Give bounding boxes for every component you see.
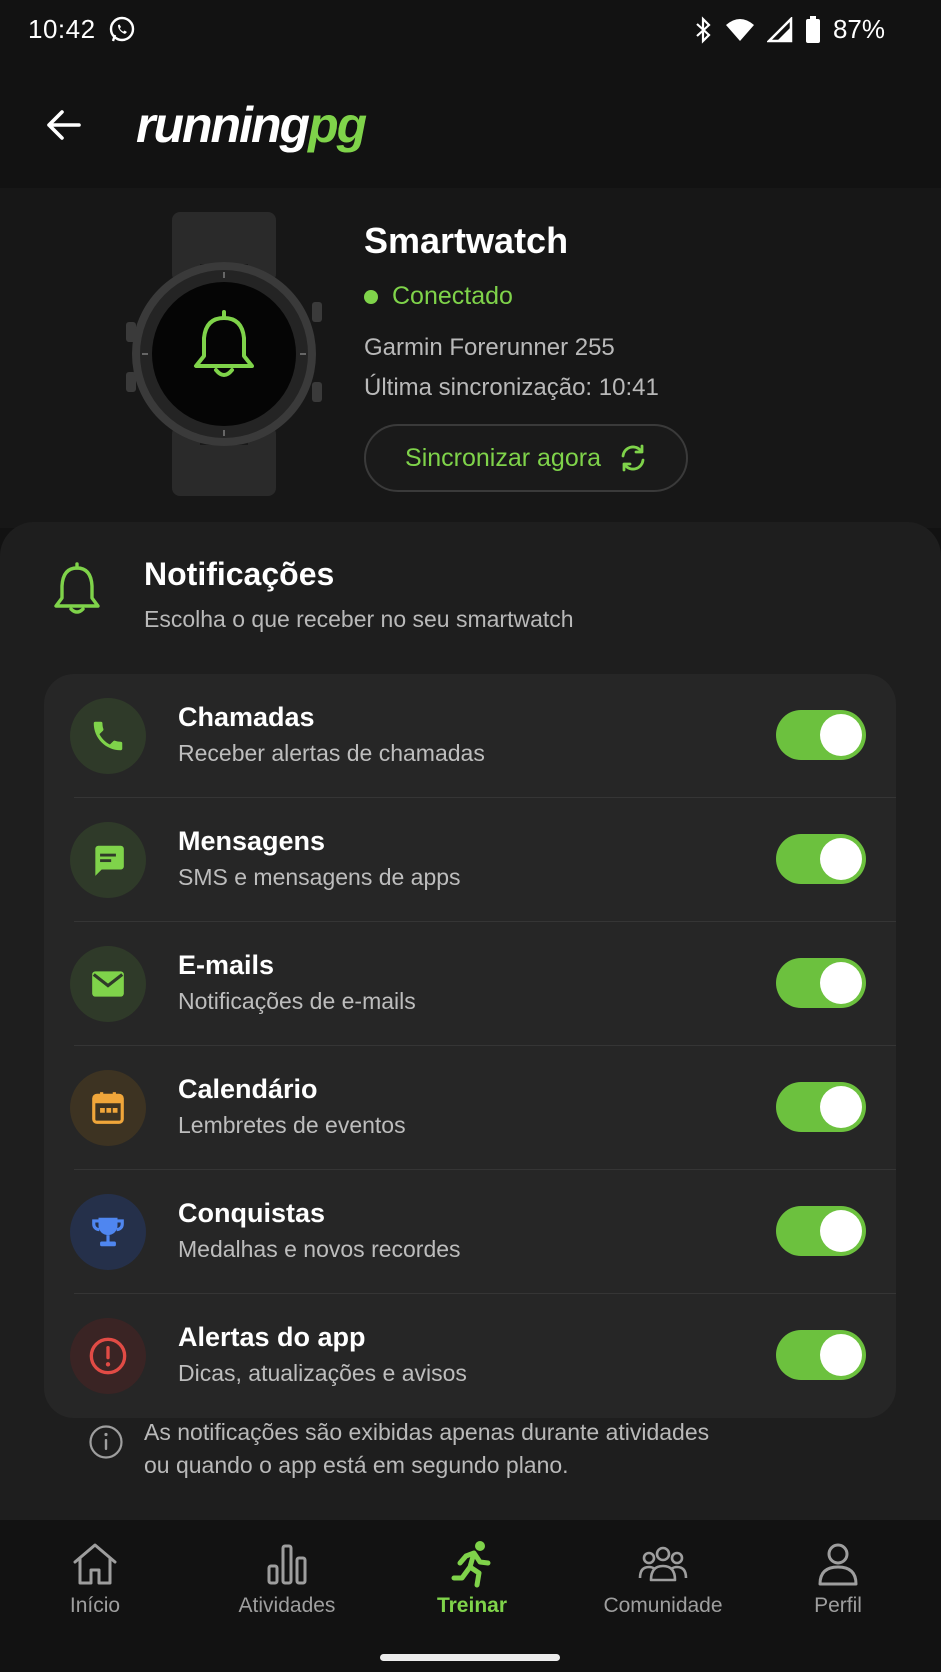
- device-card: Smartwatch Conectado Garmin Forerunner 2…: [0, 188, 941, 528]
- calendar-toggle[interactable]: [776, 1082, 866, 1132]
- notifications-title: Notificações: [144, 556, 335, 592]
- app-logo: runningpg: [136, 96, 367, 154]
- toggle-knob: [820, 962, 862, 1004]
- battery-level: 87%: [832, 14, 885, 44]
- profile-icon: [818, 1543, 858, 1586]
- app-bar: runningpg: [0, 60, 941, 188]
- last-sync: Última sincronização: 10:41: [364, 374, 659, 401]
- app-alerts-toggle[interactable]: [776, 1330, 866, 1380]
- notification-settings-list: Chamadas Receber alertas de chamadas Men…: [44, 674, 896, 1418]
- nav-item-treinar[interactable]: Treinar: [397, 1540, 547, 1630]
- setting-subtitle: Medalhas e novos recordes: [178, 1236, 461, 1262]
- device-model: Garmin Forerunner 255: [364, 334, 615, 361]
- toggle-knob: [820, 1086, 862, 1128]
- setting-subtitle: Receber alertas de chamadas: [178, 740, 485, 766]
- sync-icon: [621, 444, 645, 472]
- status-icons: 87%: [693, 14, 885, 45]
- alert-icon: [70, 1318, 146, 1394]
- bluetooth-icon: [696, 15, 711, 44]
- mail-icon: [70, 946, 146, 1022]
- logo-text-running: running: [136, 97, 310, 153]
- toggle-knob: [820, 838, 862, 880]
- setting-subtitle: Notificações de e-mails: [178, 988, 416, 1014]
- signal-icon: [766, 16, 793, 42]
- sync-now-label: Sincronizar agora: [405, 443, 601, 472]
- toggle-knob: [820, 1210, 862, 1252]
- sync-now-button[interactable]: Sincronizar agora: [364, 424, 688, 492]
- info-text-line2: ou quando o app está em segundo plano.: [144, 1452, 569, 1478]
- nav-label: Perfil: [814, 1594, 862, 1617]
- status-time: 10:42: [28, 14, 96, 44]
- logo-text-pg: pg: [308, 97, 367, 153]
- setting-row-messages[interactable]: Mensagens SMS e mensagens de apps: [44, 798, 896, 922]
- setting-title: Mensagens: [178, 826, 326, 856]
- arrow-left-icon: [47, 110, 81, 140]
- bell-icon: [54, 562, 100, 614]
- info-text: As notificações são exibidas apenas dura…: [144, 1416, 884, 1482]
- nav-item-inicio[interactable]: Início: [20, 1540, 170, 1630]
- setting-title: Calendário: [178, 1074, 318, 1104]
- smartwatch-image: [126, 212, 322, 496]
- toggle-knob: [820, 1334, 862, 1376]
- setting-subtitle: Dicas, atualizações e avisos: [178, 1360, 467, 1386]
- home-icon: [73, 1543, 117, 1585]
- status-dot-icon: [364, 289, 378, 304]
- achievements-toggle[interactable]: [776, 1206, 866, 1256]
- nav-item-comunidade[interactable]: Comunidade: [588, 1540, 738, 1630]
- back-button[interactable]: [38, 102, 90, 148]
- connection-status-label: Conectado: [392, 282, 513, 310]
- setting-title: Conquistas: [178, 1198, 326, 1228]
- community-icon: [638, 1546, 688, 1582]
- nav-label: Comunidade: [603, 1594, 723, 1617]
- whatsapp-icon: [109, 16, 135, 42]
- calendar-icon: [70, 1070, 146, 1146]
- emails-toggle[interactable]: [776, 958, 866, 1008]
- setting-title: Chamadas: [178, 702, 315, 732]
- nav-item-perfil[interactable]: Perfil: [763, 1540, 913, 1630]
- trophy-icon: [70, 1194, 146, 1270]
- message-icon: [70, 822, 146, 898]
- info-icon: [89, 1425, 123, 1459]
- wifi-icon: [725, 18, 754, 41]
- info-text-line1: As notificações são exibidas apenas dura…: [144, 1419, 710, 1445]
- setting-row-calls[interactable]: Chamadas Receber alertas de chamadas: [44, 674, 896, 798]
- nav-label: Início: [69, 1594, 121, 1617]
- setting-row-calendar[interactable]: Calendário Lembretes de eventos: [44, 1046, 896, 1170]
- battery-icon: [805, 15, 820, 43]
- notifications-subtitle: Escolha o que receber no seu smartwatch: [144, 606, 574, 632]
- device-title: Smartwatch: [364, 220, 569, 261]
- setting-title: E-mails: [178, 950, 275, 980]
- bottom-navigation: Início Atividades Treinar Comunidade Per…: [0, 1520, 941, 1672]
- gesture-home-indicator[interactable]: [380, 1654, 560, 1661]
- setting-title: Alertas do app: [178, 1322, 366, 1352]
- connection-status: Conectado: [364, 282, 513, 311]
- messages-toggle[interactable]: [776, 834, 866, 884]
- setting-subtitle: Lembretes de eventos: [178, 1112, 406, 1138]
- setting-row-app-alerts[interactable]: Alertas do app Dicas, atualizações e avi…: [44, 1294, 896, 1418]
- setting-subtitle: SMS e mensagens de apps: [178, 864, 461, 890]
- status-bar: 10:42 87%: [0, 0, 941, 60]
- runner-icon: [451, 1541, 491, 1588]
- phone-icon: [70, 698, 146, 774]
- nav-label: Treinar: [436, 1594, 508, 1617]
- toggle-knob: [820, 714, 862, 756]
- setting-row-emails[interactable]: E-mails Notificações de e-mails: [44, 922, 896, 1046]
- bar-chart-icon: [267, 1544, 307, 1585]
- notifications-panel: Notificações Escolha o que receber no se…: [0, 522, 941, 1522]
- nav-item-atividades[interactable]: Atividades: [212, 1540, 362, 1630]
- nav-label: Atividades: [238, 1594, 336, 1617]
- calls-toggle[interactable]: [776, 710, 866, 760]
- setting-row-achievements[interactable]: Conquistas Medalhas e novos recordes: [44, 1170, 896, 1294]
